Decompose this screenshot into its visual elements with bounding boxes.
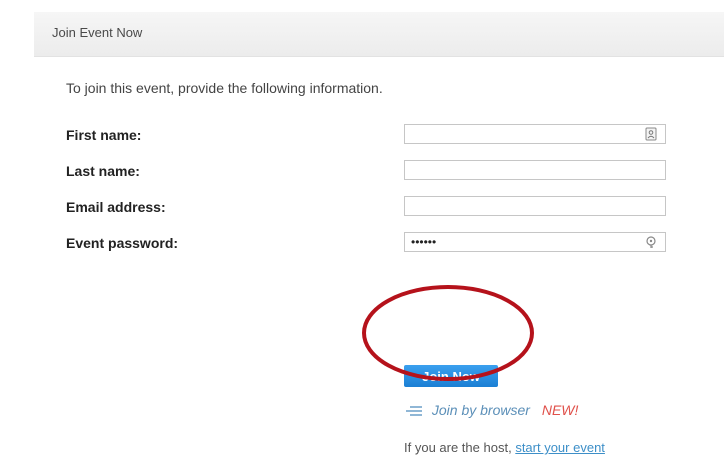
host-row: If you are the host, start your event [404,440,605,455]
join-now-button[interactable]: Join Now [404,365,498,387]
host-prefix: If you are the host, [404,440,512,455]
event-password-row: Event password: [66,232,686,256]
contact-card-icon[interactable] [644,127,658,141]
email-field[interactable] [404,196,666,216]
event-password-field[interactable] [404,232,666,252]
last-name-label: Last name: [66,163,140,179]
first-name-row: First name: [66,124,686,148]
join-by-browser-row: Join by browser NEW! [404,402,578,418]
first-name-label: First name: [66,127,142,143]
key-icon[interactable] [644,235,658,249]
page-title: Join Event Now [52,25,143,40]
start-event-link[interactable]: start your event [515,440,605,455]
new-badge: NEW! [541,402,579,418]
event-password-label: Event password: [66,235,179,251]
email-row: Email address: [66,196,686,220]
join-area: Join Now [365,280,545,387]
last-name-row: Last name: [66,160,686,184]
page-header: Join Event Now [34,12,724,57]
last-name-field[interactable] [404,160,666,180]
first-name-field[interactable] [404,124,666,144]
form-intro: To join this event, provide the followin… [66,80,383,96]
email-label: Email address: [66,199,166,215]
join-by-browser-link[interactable]: Join by browser [432,402,530,418]
lines-icon [406,406,422,416]
